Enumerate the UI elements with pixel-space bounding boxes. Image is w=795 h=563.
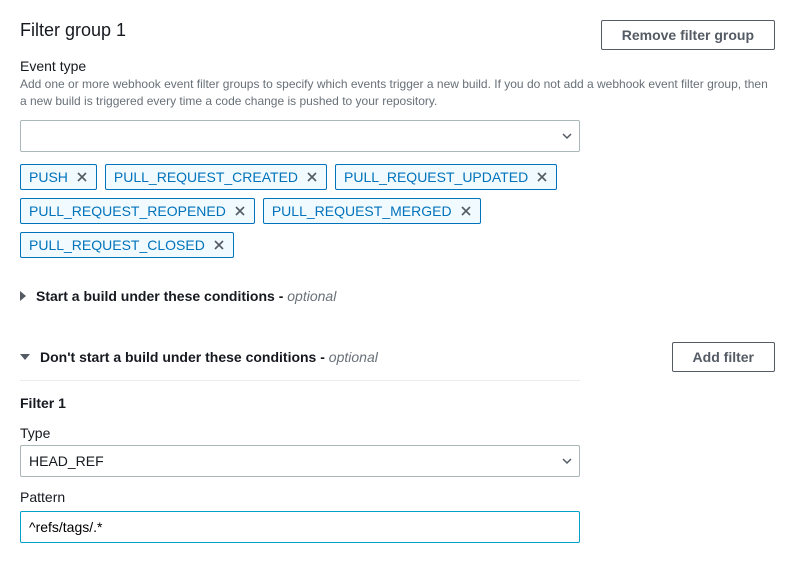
pattern-label: Pattern [20,489,775,505]
event-type-tag: PULL_REQUEST_UPDATED [335,164,557,190]
close-icon[interactable] [213,239,225,251]
pattern-input[interactable] [20,511,580,543]
event-type-help: Add one or more webhook event filter gro… [20,76,775,110]
close-icon[interactable] [76,171,88,183]
triangle-down-icon [20,354,30,360]
optional-label: optional [329,349,378,365]
filter-type-value: HEAD_REF [29,453,104,469]
optional-label: optional [287,288,336,304]
event-type-tag: PULL_REQUEST_CLOSED [20,232,234,258]
event-type-label: Event type [20,58,775,74]
close-icon[interactable] [306,171,318,183]
event-type-select[interactable] [20,120,580,152]
event-type-tag: PULL_REQUEST_REOPENED [20,198,255,224]
event-type-tags: PUSH PULL_REQUEST_CREATED PULL_REQUEST_UPD… [20,164,775,258]
close-icon[interactable] [234,205,246,217]
start-conditions-expander[interactable]: Start a build under these conditions - o… [20,286,336,306]
tag-label: PULL_REQUEST_UPDATED [344,169,528,185]
filter-heading: Filter 1 [20,395,775,411]
filter-group-title: Filter group 1 [20,20,126,41]
tag-label: PULL_REQUEST_REOPENED [29,203,226,219]
close-icon[interactable] [460,205,472,217]
dont-start-conditions-expander[interactable]: Don't start a build under these conditio… [20,347,378,367]
tag-label: PULL_REQUEST_CREATED [114,169,298,185]
filter-type-label: Type [20,425,775,441]
event-type-tag: PUSH [20,164,97,190]
divider [20,380,580,381]
tag-label: PUSH [29,169,68,185]
dont-start-conditions-title: Don't start a build under these conditio… [40,349,316,365]
filter-type-select[interactable]: HEAD_REF [20,445,580,477]
tag-label: PULL_REQUEST_MERGED [272,203,452,219]
event-type-tag: PULL_REQUEST_MERGED [263,198,481,224]
close-icon[interactable] [536,171,548,183]
triangle-right-icon [20,291,26,301]
start-conditions-title: Start a build under these conditions [36,288,275,304]
add-filter-button[interactable]: Add filter [672,342,775,372]
event-type-tag: PULL_REQUEST_CREATED [105,164,327,190]
remove-filter-group-button[interactable]: Remove filter group [601,20,775,50]
tag-label: PULL_REQUEST_CLOSED [29,237,205,253]
